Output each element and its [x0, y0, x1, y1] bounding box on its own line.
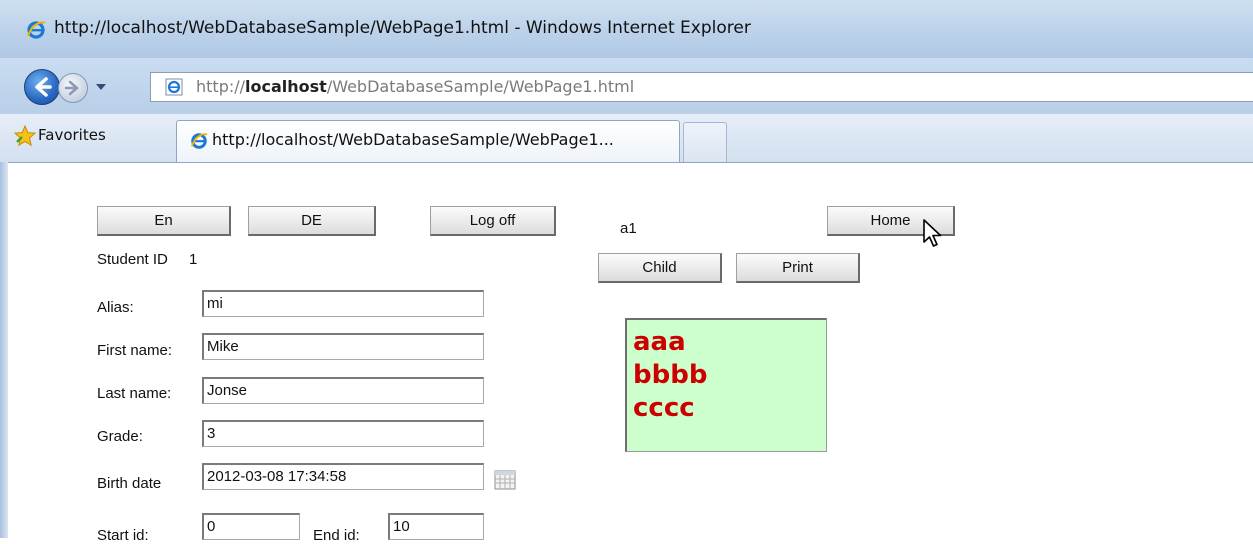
- grade-field[interactable]: 3: [202, 420, 484, 447]
- start-id-label: Start id:: [97, 527, 149, 544]
- tab-label[interactable]: http://localhost/WebDatabaseSample/WebPa…: [212, 130, 614, 149]
- logoff-button[interactable]: Log off: [430, 206, 556, 236]
- internet-explorer-icon: [190, 133, 208, 149]
- mouse-pointer-icon: [923, 219, 942, 247]
- window-title: http://localhost/WebDatabaseSample/WebPa…: [54, 18, 751, 38]
- start-id-field[interactable]: 0: [202, 513, 300, 540]
- end-id-label: End id:: [313, 527, 360, 544]
- page-icon: [165, 78, 183, 96]
- history-dropdown-icon[interactable]: [94, 82, 108, 92]
- forward-arrow-icon: [64, 80, 79, 96]
- print-button[interactable]: Print: [736, 253, 860, 283]
- internet-explorer-icon: [27, 21, 46, 39]
- back-arrow-icon: [35, 77, 52, 97]
- child-button[interactable]: Child: [598, 253, 722, 283]
- url-path: /WebDatabaseSample/WebPage1.html: [326, 77, 635, 96]
- window-left-border: [0, 162, 8, 538]
- items-listbox[interactable]: aaa bbbb cccc: [625, 318, 827, 452]
- address-url[interactable]: http://localhost/WebDatabaseSample/WebPa…: [196, 77, 634, 96]
- forward-button[interactable]: [58, 73, 88, 103]
- birth-date-label: Birth date: [97, 475, 162, 492]
- last-name-label: Last name:: [97, 385, 172, 402]
- calendar-icon[interactable]: [494, 470, 516, 490]
- list-item[interactable]: aaa: [633, 326, 826, 359]
- list-item[interactable]: cccc: [633, 392, 826, 425]
- first-name-label: First name:: [97, 342, 173, 359]
- student-id-label: Student ID: [97, 251, 168, 268]
- de-button[interactable]: DE: [248, 206, 376, 236]
- alias-label: Alias:: [97, 299, 134, 316]
- last-name-field[interactable]: Jonse: [202, 377, 484, 404]
- end-id-field[interactable]: 10: [388, 513, 484, 540]
- url-prefix: http://: [196, 77, 246, 96]
- alias-field[interactable]: mi: [202, 290, 484, 317]
- url-host: localhost: [245, 77, 327, 96]
- star-icon: [14, 125, 36, 147]
- back-button[interactable]: [24, 69, 60, 105]
- en-button[interactable]: En: [97, 206, 231, 236]
- new-tab-button[interactable]: [683, 122, 727, 162]
- birth-date-field[interactable]: 2012-03-08 17:34:58: [202, 463, 484, 490]
- grade-label: Grade:: [97, 428, 143, 445]
- first-name-field[interactable]: Mike: [202, 333, 484, 360]
- user-label: a1: [620, 220, 637, 237]
- favorites-button[interactable]: Favorites: [38, 126, 106, 144]
- student-id-value: 1: [189, 251, 198, 268]
- list-item[interactable]: bbbb: [633, 359, 826, 392]
